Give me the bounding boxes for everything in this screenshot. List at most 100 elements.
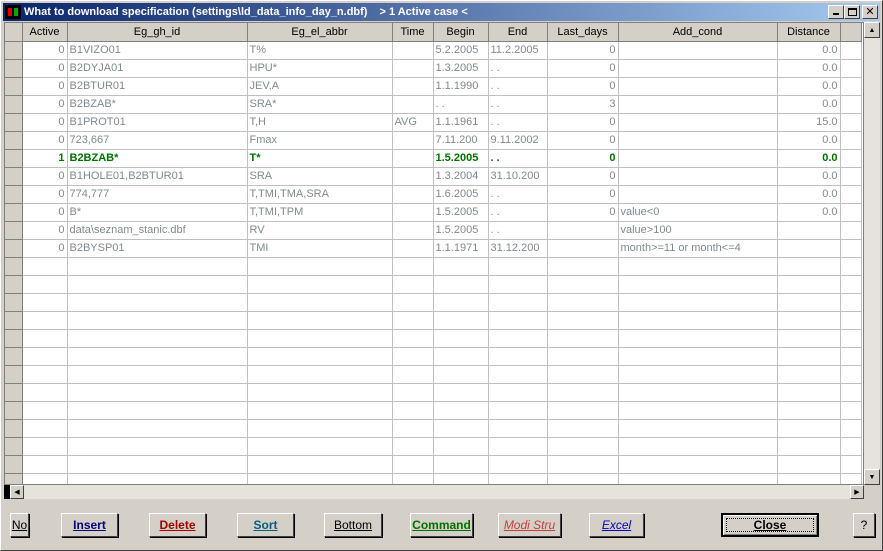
delete-button[interactable]: Delete — [149, 513, 206, 537]
cell-end[interactable] — [488, 311, 548, 330]
cell-begin[interactable]: 1.5.2005 — [433, 203, 489, 222]
cell-add-cond[interactable] — [618, 59, 778, 78]
cell-distance[interactable] — [777, 329, 841, 348]
cell-last-days[interactable] — [547, 401, 619, 420]
cell-last-days[interactable] — [547, 347, 619, 366]
cell-el-abbr[interactable] — [247, 401, 393, 420]
cell-gh-id[interactable] — [67, 455, 248, 474]
cell-distance[interactable]: 0.0 — [777, 185, 841, 204]
cell-distance[interactable]: 0.0 — [777, 131, 841, 150]
cell-active[interactable]: 0 — [22, 221, 68, 240]
cell-add-cond[interactable] — [618, 293, 778, 312]
cell-end[interactable] — [488, 437, 548, 456]
scroll-left-button[interactable]: ◀ — [10, 485, 24, 499]
cell-begin[interactable] — [433, 275, 489, 294]
insert-button[interactable]: Insert — [61, 513, 118, 537]
cell-el-abbr[interactable]: JEV,A — [247, 77, 393, 96]
cell-end[interactable] — [488, 275, 548, 294]
cell-begin[interactable]: 1.5.2005 — [433, 221, 489, 240]
cell-add-cond[interactable] — [618, 185, 778, 204]
cell-time[interactable] — [392, 77, 434, 96]
cell-el-abbr[interactable]: T,TMI,TMA,SRA — [247, 185, 393, 204]
cell-time[interactable] — [392, 185, 434, 204]
cell-add-cond[interactable]: value<0 — [618, 203, 778, 222]
cell-end[interactable]: . . — [488, 185, 548, 204]
cell-el-abbr[interactable] — [247, 347, 393, 366]
cell-begin[interactable]: 7.11.200 — [433, 131, 489, 150]
empty-row[interactable] — [5, 347, 862, 366]
cell-el-abbr[interactable] — [247, 455, 393, 474]
cell-time[interactable] — [392, 455, 434, 474]
cell-distance[interactable] — [777, 455, 841, 474]
cell-end[interactable]: 11.2.2005 — [488, 41, 548, 60]
cell-begin[interactable] — [433, 293, 489, 312]
cell-end[interactable] — [488, 419, 548, 438]
col-header-active[interactable]: Active — [22, 23, 68, 42]
cell-active[interactable] — [22, 437, 68, 456]
cell-add-cond[interactable] — [618, 257, 778, 276]
help-button[interactable]: ? — [853, 513, 875, 537]
cell-add-cond[interactable] — [618, 401, 778, 420]
cell-end[interactable]: . . — [488, 203, 548, 222]
cell-last-days[interactable] — [547, 275, 619, 294]
row-selector[interactable] — [5, 365, 23, 384]
cell-distance[interactable] — [777, 311, 841, 330]
cell-add-cond[interactable] — [618, 167, 778, 186]
cell-time[interactable] — [392, 329, 434, 348]
empty-row[interactable] — [5, 311, 862, 330]
cell-el-abbr[interactable] — [247, 329, 393, 348]
scroll-up-button[interactable]: ▲ — [864, 22, 880, 38]
table-row[interactable]: 0 B1PROT01 T,H AVG 1.1.1961. . 0 15.0 — [5, 113, 862, 132]
cell-active[interactable] — [22, 365, 68, 384]
table-row[interactable]: 0 B1HOLE01,B2BTUR01 SRA 1.3.2004 31.10.200 0 0… — [5, 167, 862, 186]
cell-add-cond[interactable]: month>=11 or month<=4 — [618, 239, 778, 258]
col-header-last-days[interactable]: Last_days — [547, 23, 619, 42]
cell-distance[interactable]: 15.0 — [777, 113, 841, 132]
cell-last-days[interactable]: 0 — [547, 149, 619, 168]
cell-active[interactable]: 0 — [22, 203, 68, 222]
col-header-eg-el-abbr[interactable]: Eg_el_abbr — [247, 23, 393, 42]
row-selector[interactable] — [5, 401, 23, 420]
row-selector[interactable] — [5, 221, 23, 240]
empty-row[interactable] — [5, 293, 862, 312]
cell-begin[interactable] — [433, 383, 489, 402]
row-selector[interactable] — [5, 113, 23, 132]
cell-el-abbr[interactable]: RV — [247, 221, 393, 240]
cell-distance[interactable]: 0.0 — [777, 149, 841, 168]
cell-el-abbr[interactable] — [247, 293, 393, 312]
cell-end[interactable] — [488, 347, 548, 366]
row-selector[interactable] — [5, 41, 23, 60]
cell-active[interactable] — [22, 311, 68, 330]
cell-time[interactable]: AVG — [392, 113, 434, 132]
cell-end[interactable] — [488, 401, 548, 420]
vertical-scrollbar[interactable]: ▲ ▼ — [864, 22, 880, 485]
cell-active[interactable]: 0 — [22, 59, 68, 78]
horizontal-scrollbar[interactable]: ◀ ▶ — [4, 485, 864, 499]
cell-el-abbr[interactable] — [247, 419, 393, 438]
cell-begin[interactable] — [433, 329, 489, 348]
cell-gh-id[interactable] — [67, 293, 248, 312]
cell-active[interactable]: 0 — [22, 95, 68, 114]
row-selector[interactable] — [5, 131, 23, 150]
cell-gh-id[interactable]: B2BYSP01 — [67, 239, 248, 258]
cell-distance[interactable] — [777, 275, 841, 294]
cell-distance[interactable] — [777, 437, 841, 456]
cell-distance[interactable] — [777, 473, 841, 484]
cell-distance[interactable] — [777, 221, 841, 240]
cell-end[interactable]: . . — [488, 95, 548, 114]
cell-end[interactable] — [488, 383, 548, 402]
row-selector[interactable] — [5, 329, 23, 348]
cell-time[interactable] — [392, 437, 434, 456]
cell-gh-id[interactable] — [67, 275, 248, 294]
cell-begin[interactable] — [433, 437, 489, 456]
cell-last-days[interactable]: 0 — [547, 167, 619, 186]
empty-row[interactable] — [5, 383, 862, 402]
cell-last-days[interactable] — [547, 293, 619, 312]
cell-distance[interactable] — [777, 257, 841, 276]
cell-last-days[interactable] — [547, 365, 619, 384]
cell-gh-id[interactable] — [67, 401, 248, 420]
cell-last-days[interactable]: 0 — [547, 131, 619, 150]
col-header-time[interactable]: Time — [392, 23, 434, 42]
no-button[interactable]: No — [10, 513, 29, 537]
empty-row[interactable] — [5, 455, 862, 474]
